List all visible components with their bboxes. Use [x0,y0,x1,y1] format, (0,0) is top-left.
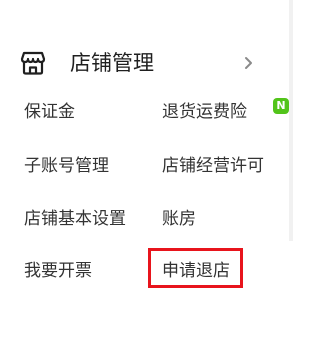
menu-item-sub-account-management[interactable]: 子账号管理 [24,154,109,178]
menu-item-invoice[interactable]: 我要开票 [24,259,92,283]
menu-item-accounting[interactable]: 账房 [162,207,196,231]
store-management-header[interactable]: 店铺管理 [0,38,293,88]
store-icon [20,50,46,76]
highlight-box [148,248,243,288]
store-management-panel: 店铺管理 保证金 退货运费险 N 子账号管理 店铺经营许可 店铺基本设置 账房 … [0,0,293,341]
menu-item-deposit[interactable]: 保证金 [24,100,75,124]
menu-item-business-license[interactable]: 店铺经营许可 [162,154,264,178]
chevron-right-icon[interactable] [243,52,255,74]
panel-edge [289,0,293,241]
menu-title: 店铺管理 [70,51,154,75]
menu-item-store-basic-settings[interactable]: 店铺基本设置 [24,207,126,231]
new-badge: N [273,98,289,114]
menu-item-return-shipping-insurance[interactable]: 退货运费险 [162,100,247,124]
